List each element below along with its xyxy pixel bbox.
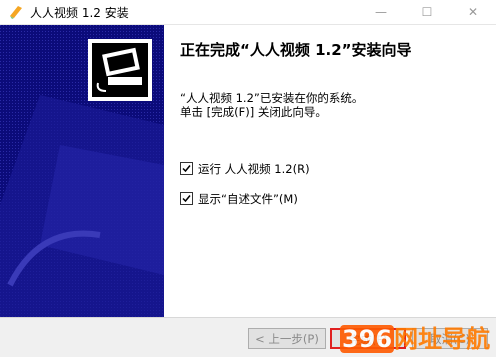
wizard-content: 正在完成“人人视频 1.2”安装向导 “人人视频 1.2”已安装在你的系统。 单… — [164, 25, 496, 317]
checkbox-run[interactable] — [180, 162, 193, 175]
app-icon — [10, 6, 22, 19]
watermark-text: 网址导航 — [394, 325, 491, 353]
description-line-1: “人人视频 1.2”已安装在你的系统。 — [180, 91, 364, 105]
watermark-number: 396 — [340, 325, 395, 353]
checkbox-readme[interactable] — [180, 192, 193, 205]
back-button[interactable]: < 上一步(P) — [248, 328, 326, 349]
watermark-logo: 396网址导航 — [340, 319, 490, 354]
minimize-button[interactable]: — — [358, 0, 404, 24]
installer-window: 人人视频 1.2 安装 — ☐ ✕ 正在完成“人人视频 1.2”安装向导 “人人… — [0, 0, 496, 357]
close-button[interactable]: ✕ — [450, 0, 496, 24]
maximize-button[interactable]: ☐ — [404, 0, 450, 24]
title-bar: 人人视频 1.2 安装 — ☐ ✕ — [0, 0, 496, 25]
run-app-checkbox[interactable]: 运行 人人视频 1.2(R) — [180, 161, 310, 177]
description-line-2: 单击 [完成(F)] 关闭此向导。 — [180, 105, 327, 119]
wizard-banner — [0, 25, 164, 317]
show-readme-checkbox[interactable]: 显示“自述文件”(M) — [180, 191, 298, 207]
window-title: 人人视频 1.2 安装 — [30, 6, 129, 20]
installer-graphic — [0, 25, 164, 317]
show-readme-label: 显示“自述文件”(M) — [198, 192, 298, 206]
description: “人人视频 1.2”已安装在你的系统。 单击 [完成(F)] 关闭此向导。 — [180, 91, 363, 119]
checkmark-icon — [182, 165, 191, 173]
run-app-label: 运行 人人视频 1.2(R) — [198, 162, 310, 176]
checkmark-icon — [182, 195, 191, 203]
page-title: 正在完成“人人视频 1.2”安装向导 — [180, 41, 412, 59]
